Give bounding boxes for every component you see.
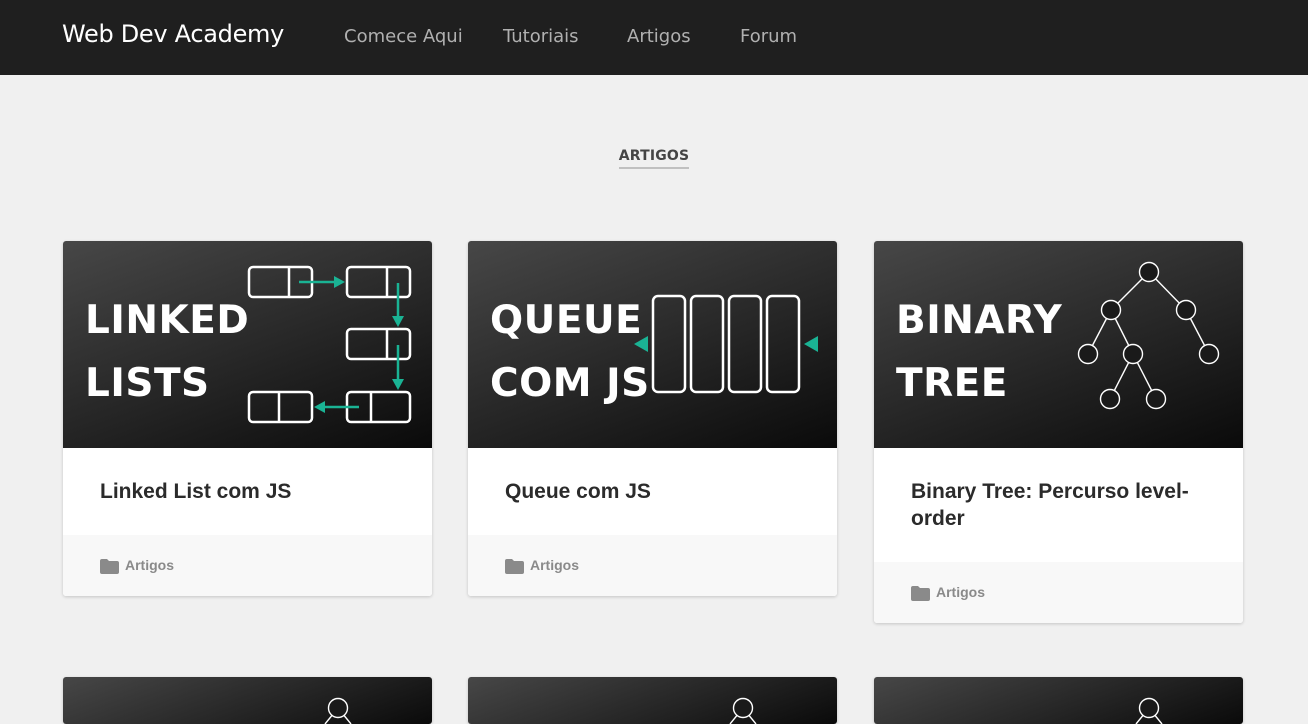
tree-diagram-icon [1135,697,1163,724]
card-title: Queue com JS [505,478,800,505]
category-link[interactable]: Artigos [936,584,985,600]
article-link[interactable]: Binary Tree: Percurso level-order [911,480,1189,530]
tree-diagram-icon [324,697,352,724]
nav-item-forum[interactable]: Forum [740,26,797,47]
article-thumbnail[interactable]: QUEUE COM JS [468,241,837,448]
binary-tree-diagram-icon [1077,261,1220,410]
article-link[interactable]: Queue com JS [505,480,651,503]
section-title: ARTIGOS [618,148,690,169]
site-brand[interactable]: Web Dev Academy [62,20,284,48]
article-card-partial [468,677,837,724]
article-link[interactable]: Linked List com JS [100,480,291,503]
nav-item-artigos[interactable]: Artigos [627,26,691,47]
article-thumbnail[interactable]: BINARY TREE [874,241,1243,448]
article-card-partial [63,677,432,724]
nav-item-tutoriais[interactable]: Tutoriais [503,26,579,47]
card-footer: Artigos [874,562,1243,623]
card-title: Binary Tree: Percurso level-order [911,478,1201,532]
card-footer: Artigos [63,535,432,596]
folder-icon [911,586,930,601]
queue-diagram-icon [634,294,818,394]
section-heading: ARTIGOS [0,145,1308,169]
card-body: Linked List com JS [63,448,432,505]
article-thumbnail[interactable] [874,677,1243,724]
linked-list-diagram-icon [247,265,412,424]
tree-diagram-icon [729,697,757,724]
article-card-linked-list: LINKED LISTS Linked List com JS Artigos [63,241,432,596]
article-thumbnail[interactable] [63,677,432,724]
article-thumbnail[interactable]: LINKED LISTS [63,241,432,448]
card-title: Linked List com JS [100,478,395,505]
top-navbar: Web Dev Academy Comece Aqui Tutoriais Ar… [0,0,1308,75]
card-body: Binary Tree: Percurso level-order [874,448,1243,532]
folder-icon [100,559,119,574]
article-card-partial [874,677,1243,724]
category-link[interactable]: Artigos [125,557,174,573]
folder-icon [505,559,524,574]
card-footer: Artigos [468,535,837,596]
category-link[interactable]: Artigos [530,557,579,573]
article-thumbnail[interactable] [468,677,837,724]
article-card-binary-tree: BINARY TREE Binary Tree: Percurso level-… [874,241,1243,623]
card-body: Queue com JS [468,448,837,505]
nav-item-comece-aqui[interactable]: Comece Aqui [344,26,463,47]
article-card-queue: QUEUE COM JS Queue com JS Artigos [468,241,837,596]
